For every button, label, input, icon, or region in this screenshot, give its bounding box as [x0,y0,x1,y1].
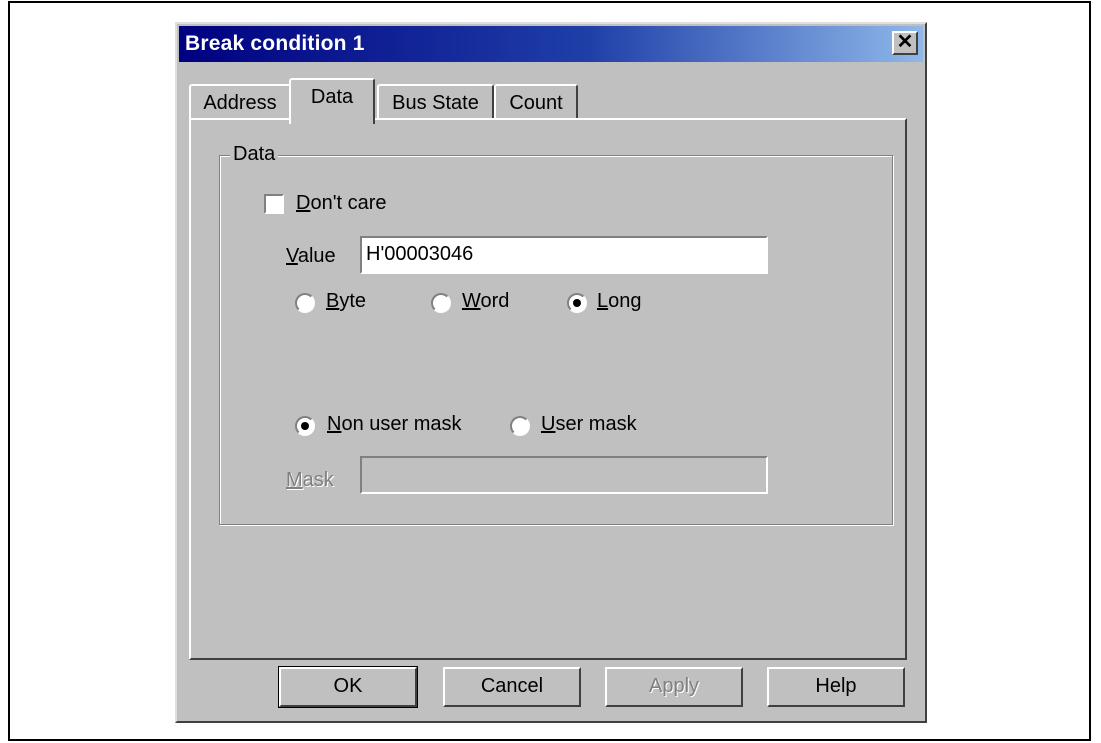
tab-count[interactable]: Count [494,84,578,120]
apply-button[interactable]: Apply [605,667,743,707]
dialog-title: Break condition 1 [185,32,365,55]
tab-bus-state[interactable]: Bus State [377,84,494,120]
data-group-legend: Data [230,143,279,166]
dont-care-label[interactable]: Don't care [296,192,387,215]
ok-button[interactable]: OK [278,666,418,708]
word-radio[interactable] [431,293,451,313]
title-bar[interactable]: Break condition 1 ✕ [179,26,923,62]
value-label: Value [286,245,336,267]
data-groupbox: Data Don't care Value H'00003046 Byte Wo… [219,143,893,525]
close-icon[interactable]: ✕ [892,31,918,55]
tab-count-label: Count [509,92,563,114]
tab-address-label: Address [203,92,277,114]
non-user-mask-label[interactable]: Non user mask [327,413,462,436]
user-mask-label[interactable]: User mask [541,413,637,436]
tab-address[interactable]: Address [189,84,291,120]
non-user-mask-radio[interactable] [295,416,315,436]
byte-radio[interactable] [295,293,315,313]
tab-bus-state-label: Bus State [392,92,479,114]
tab-data[interactable]: Data [289,78,375,124]
break-condition-dialog: Break condition 1 ✕ Address Data Bus Sta… [175,22,927,723]
dont-care-label-text: on't care [310,192,387,214]
mask-input[interactable] [360,456,768,494]
long-radio-dot [573,299,581,307]
value-input[interactable]: H'00003046 [360,236,768,274]
tab-panel-data: Data Don't care Value H'00003046 Byte Wo… [189,118,907,660]
byte-label[interactable]: Byte [326,290,366,313]
dont-care-checkbox[interactable] [264,194,284,214]
long-label[interactable]: Long [597,290,642,313]
long-radio[interactable] [567,293,587,313]
cancel-button[interactable]: Cancel [443,667,581,707]
non-user-mask-radio-dot [301,422,309,430]
tab-data-label: Data [310,86,354,108]
word-label[interactable]: Word [462,290,509,313]
help-button[interactable]: Help [767,667,905,707]
user-mask-radio[interactable] [510,416,530,436]
mask-label: Mask [286,469,334,491]
